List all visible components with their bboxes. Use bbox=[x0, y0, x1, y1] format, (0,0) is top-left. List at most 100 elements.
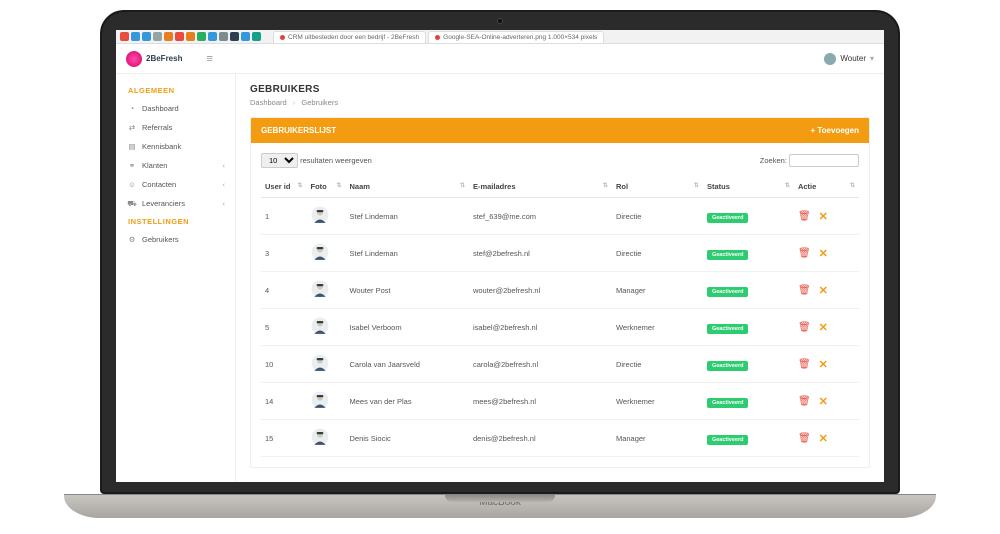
cell-photo bbox=[307, 383, 346, 420]
chevron-left-icon: ‹ bbox=[223, 199, 226, 208]
disable-button[interactable]: ✕ bbox=[819, 432, 828, 445]
ext-icon[interactable] bbox=[131, 32, 140, 41]
cell-id: 1 bbox=[261, 198, 307, 235]
disable-button[interactable]: ✕ bbox=[819, 284, 828, 297]
disable-button[interactable]: ✕ bbox=[819, 358, 828, 371]
cell-role: Directie bbox=[612, 346, 703, 383]
search-input[interactable] bbox=[789, 154, 859, 167]
crumb-leaf: Gebruikers bbox=[301, 98, 338, 107]
add-user-button[interactable]: + Toevoegen bbox=[810, 126, 859, 135]
ext-icon[interactable] bbox=[219, 32, 228, 41]
ext-icon[interactable] bbox=[142, 32, 151, 41]
book-icon: ▤ bbox=[128, 143, 136, 151]
cell-photo bbox=[307, 198, 346, 235]
sidebar-item-klanten[interactable]: ⚭Klanten‹ bbox=[116, 156, 235, 175]
column-header[interactable]: Rol⇅ bbox=[612, 176, 703, 198]
tab-title: Google-SEA-Online-adverteren.png 1.000×5… bbox=[443, 34, 597, 41]
delete-button[interactable]: 🗑 bbox=[798, 248, 811, 259]
brand-logo[interactable]: 2BeFresh bbox=[126, 51, 182, 67]
column-header[interactable]: User id⇅ bbox=[261, 176, 307, 198]
table-row: 15Denis Siocicdenis@2befresh.nlManagerGe… bbox=[261, 420, 859, 457]
sort-icon: ⇅ bbox=[336, 182, 341, 189]
cell-actions: 🗑✕ bbox=[794, 420, 859, 457]
cell-id: 14 bbox=[261, 383, 307, 420]
delete-button[interactable]: 🗑 bbox=[798, 322, 811, 333]
cell-actions: 🗑✕ bbox=[794, 346, 859, 383]
ext-icon[interactable] bbox=[153, 32, 162, 41]
length-label: resultaten weergeven bbox=[300, 156, 372, 165]
column-header[interactable]: Actie⇅ bbox=[794, 176, 859, 198]
menu-toggle-icon[interactable]: ≡ bbox=[206, 53, 212, 65]
delete-button[interactable]: 🗑 bbox=[798, 285, 811, 296]
users-panel: GEBRUIKERSLIJST + Toevoegen 10 res bbox=[250, 117, 870, 468]
sidebar-item-contacten[interactable]: ☺Contacten‹ bbox=[116, 175, 235, 194]
delete-button[interactable]: 🗑 bbox=[798, 396, 811, 407]
cell-role: Manager bbox=[612, 272, 703, 309]
sidebar-item-dashboard[interactable]: ◔Dashboard bbox=[116, 99, 235, 118]
ext-icon[interactable] bbox=[241, 32, 250, 41]
chevron-right-icon: › bbox=[293, 98, 296, 107]
sort-icon: ⇅ bbox=[297, 182, 302, 189]
length-select[interactable]: 10 bbox=[261, 153, 298, 168]
delete-button[interactable]: 🗑 bbox=[798, 433, 811, 444]
ext-icon[interactable] bbox=[252, 32, 261, 41]
sidebar-item-referrals[interactable]: ⇄Referrals bbox=[116, 118, 235, 137]
user-menu[interactable]: Wouter ▾ bbox=[824, 53, 874, 65]
main-content: GEBRUIKERS Dashboard › Gebruikers GEBRUI… bbox=[236, 74, 884, 482]
cell-status: Geactiveerd bbox=[703, 420, 794, 457]
sidebar-heading-general: ALGEMEEN bbox=[116, 82, 235, 99]
delete-button[interactable]: 🗑 bbox=[798, 359, 811, 370]
ext-icon[interactable] bbox=[197, 32, 206, 41]
status-badge: Geactiveerd bbox=[707, 435, 749, 445]
sidebar-item-gebruikers[interactable]: ⚙Gebruikers bbox=[116, 230, 235, 249]
table-row: 4Wouter Postwouter@2befresh.nlManagerGea… bbox=[261, 272, 859, 309]
ext-icon[interactable] bbox=[175, 32, 184, 41]
cell-role: Directie bbox=[612, 235, 703, 272]
sidebar-item-label: Klanten bbox=[142, 161, 167, 170]
ext-icon[interactable] bbox=[164, 32, 173, 41]
cell-name: Mees van der Plas bbox=[345, 383, 468, 420]
crumb-root[interactable]: Dashboard bbox=[250, 98, 287, 107]
sidebar-item-kennisbank[interactable]: ▤Kennisbank bbox=[116, 137, 235, 156]
disable-button[interactable]: ✕ bbox=[819, 210, 828, 223]
column-header[interactable]: Foto⇅ bbox=[307, 176, 346, 198]
cell-email: wouter@2befresh.nl bbox=[469, 272, 612, 309]
cell-email: stef@2befresh.nl bbox=[469, 235, 612, 272]
people-icon: ⚭ bbox=[128, 162, 136, 170]
browser-tab[interactable]: CRM uitbesteden door een bedrijf - 2BeFr… bbox=[273, 31, 426, 43]
table-row: 10Carola van Jaarsveldcarola@2befresh.nl… bbox=[261, 346, 859, 383]
status-badge: Geactiveerd bbox=[707, 398, 749, 408]
ext-icon[interactable] bbox=[186, 32, 195, 41]
browser-toolbar: CRM uitbesteden door een bedrijf - 2BeFr… bbox=[116, 30, 884, 44]
ext-icon[interactable] bbox=[208, 32, 217, 41]
avatar-icon bbox=[311, 317, 329, 335]
table-row: 3Stef Lindemanstef@2befresh.nlDirectieGe… bbox=[261, 235, 859, 272]
disable-button[interactable]: ✕ bbox=[819, 321, 828, 334]
disable-button[interactable]: ✕ bbox=[819, 395, 828, 408]
gear-icon: ⚙ bbox=[128, 236, 136, 244]
delete-button[interactable]: 🗑 bbox=[798, 211, 811, 222]
table-row: 1Stef Lindemanstef_639@me.comDirectieGea… bbox=[261, 198, 859, 235]
brand-name: 2BeFresh bbox=[146, 54, 182, 63]
column-header[interactable]: Naam⇅ bbox=[345, 176, 468, 198]
gauge-icon: ◔ bbox=[128, 105, 136, 113]
cell-status: Geactiveerd bbox=[703, 235, 794, 272]
page-title: GEBRUIKERS bbox=[250, 84, 870, 95]
sort-icon: ⇅ bbox=[460, 182, 465, 189]
sort-icon: ⇅ bbox=[785, 182, 790, 189]
share-icon: ⇄ bbox=[128, 124, 136, 132]
tab-title: CRM uitbesteden door een bedrijf - 2BeFr… bbox=[288, 34, 419, 41]
favicon-icon bbox=[435, 35, 440, 40]
disable-button[interactable]: ✕ bbox=[819, 247, 828, 260]
column-header[interactable]: Status⇅ bbox=[703, 176, 794, 198]
column-header[interactable]: E-mailadres⇅ bbox=[469, 176, 612, 198]
sidebar-heading-settings: INSTELLINGEN bbox=[116, 213, 235, 230]
datatable-length: 10 resultaten weergeven bbox=[261, 153, 372, 168]
sidebar-item-leveranciers[interactable]: ⛟Leveranciers‹ bbox=[116, 194, 235, 213]
ext-icon[interactable] bbox=[120, 32, 129, 41]
table-row: 14Mees van der Plasmees@2befresh.nlWerkn… bbox=[261, 383, 859, 420]
browser-tab[interactable]: Google-SEA-Online-adverteren.png 1.000×5… bbox=[428, 31, 604, 43]
status-badge: Geactiveerd bbox=[707, 324, 749, 334]
ext-icon[interactable] bbox=[230, 32, 239, 41]
favicon-icon bbox=[280, 35, 285, 40]
